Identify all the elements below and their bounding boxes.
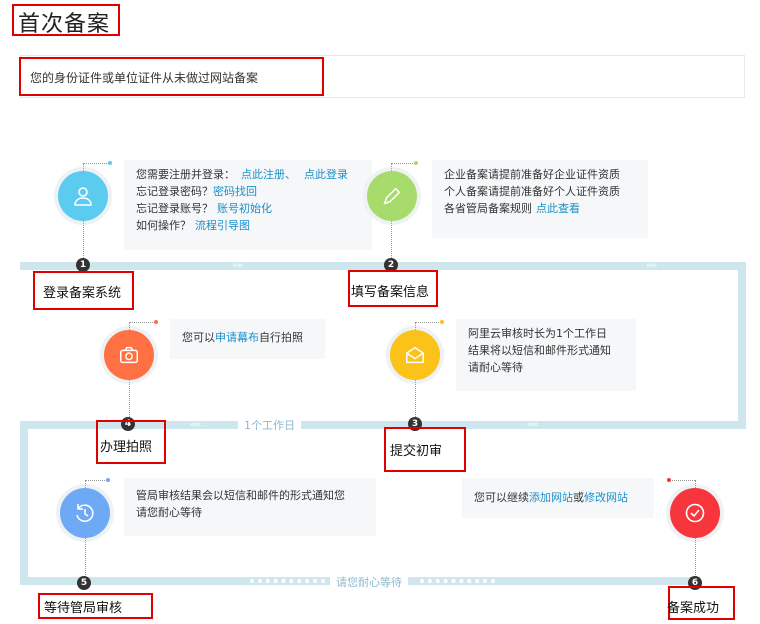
notice-text: 您的身份证件或单位证件从未做过网站备案 (30, 71, 259, 85)
step3-info-line: 请耐心等待 (468, 361, 523, 374)
login-link[interactable]: 点此登录 (304, 168, 348, 181)
step3-info-line: 阿里云审核时长为1个工作日 (468, 327, 607, 340)
step5-info: 管局审核结果会以短信和邮件的形式通知您 请您耐心等待 (124, 478, 376, 536)
step5-label: 等待管局审核 (44, 601, 123, 616)
step2-info-line: 企业备案请提前准备好企业证件资质 (444, 168, 620, 181)
step2-info-text: 各省管局备案规则 (444, 202, 532, 215)
step1-info-text: 如何操作？ (136, 219, 191, 232)
step3-label: 提交初审 (390, 444, 443, 459)
step6-stem (695, 480, 696, 488)
register-link[interactable]: 点此注册、 (241, 168, 296, 181)
step1-number: 1 (76, 258, 90, 272)
step3-connector-dot (440, 320, 444, 324)
step1-stem-lower (83, 221, 84, 258)
step5-stem-lower (85, 538, 86, 575)
step4-stem-lower (129, 380, 130, 417)
track-dashes (420, 579, 495, 587)
step6-circle (670, 488, 720, 538)
step5-number: 5 (77, 576, 91, 590)
track-row1 (20, 262, 746, 270)
step6-stem-lower (695, 538, 696, 575)
track-left-vertical (20, 421, 28, 585)
step3-info: 阿里云审核时长为1个工作日 结果将以短信和邮件形式通知 请耐心等待 (456, 319, 636, 391)
step1-label: 登录备案系统 (43, 286, 122, 301)
step1-info: 您需要注册并登录： 点此注册、 点此登录 忘记登录密码？密码找回 忘记登录账号？ 账号… (124, 160, 372, 250)
check-icon (685, 503, 705, 523)
step2-stem-lower (391, 221, 392, 258)
step6-label: 备案成功 (667, 601, 720, 616)
step1-info-text: 忘记登录密码？ (136, 185, 213, 198)
step2-connector (391, 163, 415, 164)
step1-connector (83, 163, 109, 164)
step5-connector-dot (106, 478, 110, 482)
apply-backdrop-link[interactable]: 申请幕布 (215, 331, 259, 344)
step4-info: 您可以申请幕布自行拍照 (170, 319, 325, 359)
step2-stem (391, 163, 392, 171)
step6-info: 您可以继续添加网站或修改网站 (462, 478, 654, 518)
step2-circle (367, 171, 417, 221)
step2-connector-dot (414, 161, 418, 165)
account-init-link[interactable]: 账号初始化 (217, 202, 272, 215)
step4-connector (129, 322, 155, 323)
step5-stem (85, 480, 86, 488)
pencil-icon (383, 187, 401, 205)
step5-circle (60, 488, 110, 538)
track-label-one-day: 1个工作日 (238, 417, 301, 433)
envelope-icon (406, 346, 424, 364)
modify-website-link[interactable]: 修改网站 (584, 491, 628, 504)
step6-info-text: 您可以继续 (474, 491, 529, 504)
step1-circle (58, 171, 108, 221)
flow-guide-link[interactable]: 流程引导图 (195, 219, 250, 232)
step3-info-line: 结果将以短信和邮件形式通知 (468, 344, 611, 357)
track-dashes (250, 579, 325, 587)
step6-connector-dot (667, 478, 671, 482)
step3-stem-lower (415, 380, 416, 417)
track-chevron: ›››› (646, 261, 657, 271)
step1-info-text: 忘记登录账号？ (136, 202, 213, 215)
step6-connector (669, 480, 695, 481)
step5-info-line: 管局审核结果会以短信和邮件的形式通知您 (136, 489, 345, 502)
password-recovery-link[interactable]: 密码找回 (213, 185, 257, 198)
step4-info-text: 您可以 (182, 331, 215, 344)
step2-info: 企业备案请提前准备好企业证件资质 个人备案请提前准备好个人证件资质 各省管局备案… (432, 160, 648, 238)
step1-connector-dot (108, 161, 112, 165)
step2-label: 填写备案信息 (351, 285, 430, 300)
add-website-link[interactable]: 添加网站 (529, 491, 573, 504)
rules-link[interactable]: 点此查看 (536, 202, 580, 215)
track-chevron: ›››› (232, 261, 243, 271)
step4-stem (129, 322, 130, 330)
track-chevron: ‹‹‹‹ (190, 420, 201, 430)
step3-connector (415, 322, 441, 323)
clock-icon (76, 504, 94, 522)
step4-label: 办理拍照 (100, 440, 153, 455)
track-chevron: ‹‹‹‹ (527, 420, 538, 430)
step4-connector-dot (154, 320, 158, 324)
step1-info-text: 您需要注册并登录： (136, 168, 235, 181)
page-title: 首次备案 (18, 12, 111, 37)
camera-icon (120, 346, 138, 364)
step1-stem (83, 163, 84, 171)
track-right-vertical (738, 262, 746, 429)
step5-info-line: 请您耐心等待 (136, 506, 202, 519)
track-label-wait: 请您耐心等待 (330, 574, 408, 590)
step5-connector (85, 480, 107, 481)
step3-stem (415, 322, 416, 330)
step4-info-text: 自行拍照 (259, 331, 303, 344)
step4-circle (104, 330, 154, 380)
user-icon (74, 187, 92, 206)
step6-info-text: 或 (573, 491, 584, 504)
step3-circle (390, 330, 440, 380)
step2-info-line: 个人备案请提前准备好个人证件资质 (444, 185, 620, 198)
